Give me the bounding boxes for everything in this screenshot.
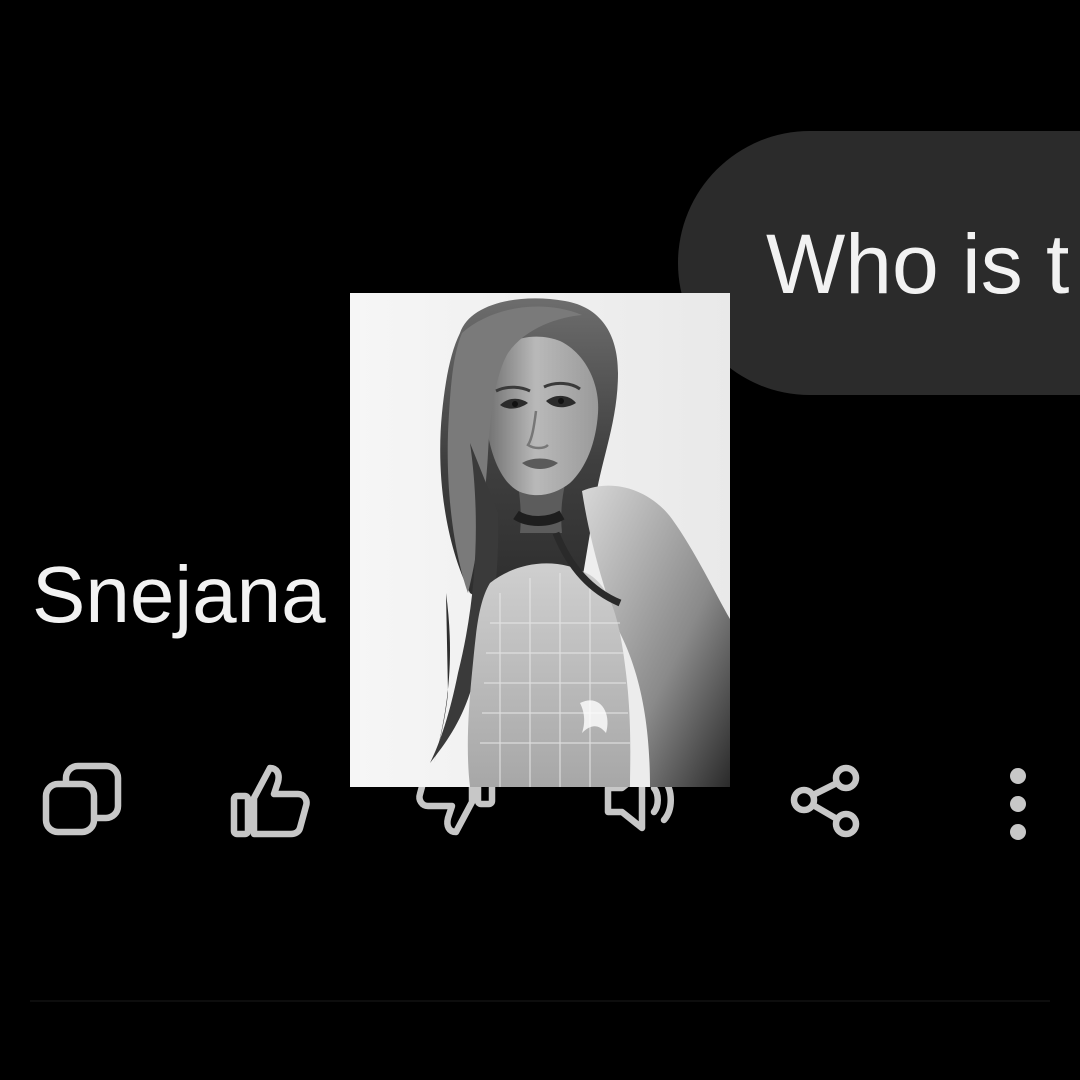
share-icon xyxy=(790,764,860,838)
more-options-button[interactable] xyxy=(966,750,1066,850)
user-message-text: Who is t xyxy=(766,217,1070,311)
thumbs-up-button[interactable] xyxy=(220,750,320,850)
portrait-illustration xyxy=(350,293,730,787)
bottom-divider xyxy=(30,1000,1050,1002)
response-text: Snejana xyxy=(32,550,326,639)
copy-button[interactable] xyxy=(32,750,132,850)
thumbs-up-icon xyxy=(230,764,310,838)
copy-icon xyxy=(42,762,122,836)
more-vertical-icon xyxy=(1010,768,1026,840)
user-message-bubble: Who is t xyxy=(678,131,1080,395)
portrait-photo xyxy=(350,293,730,787)
share-button[interactable] xyxy=(776,750,876,850)
